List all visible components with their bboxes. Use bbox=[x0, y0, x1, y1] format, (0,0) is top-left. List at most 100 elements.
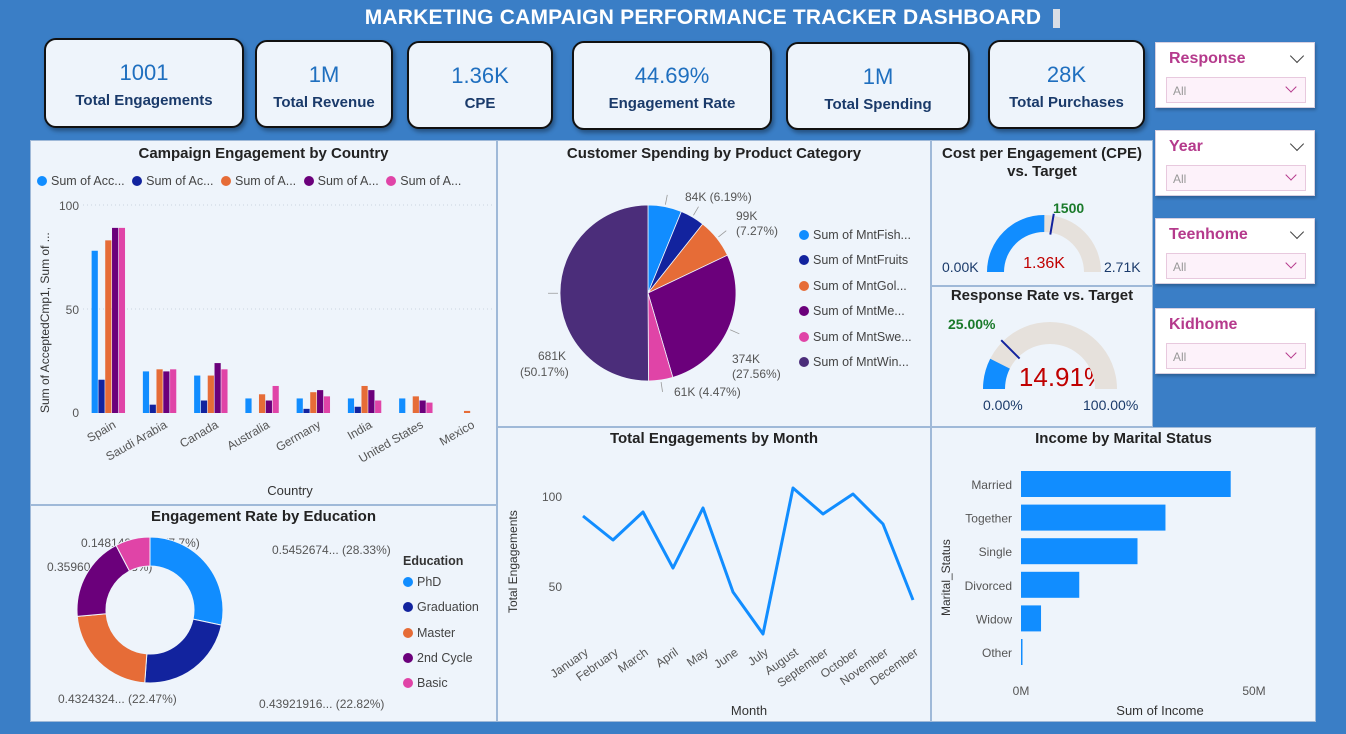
bar[interactable] bbox=[118, 227, 126, 413]
slicer-year[interactable]: Year All bbox=[1155, 130, 1315, 196]
bar[interactable] bbox=[170, 369, 177, 413]
kpi-card-cpe: 1.36K CPE bbox=[407, 41, 553, 129]
pie-label: 61K (4.47%) bbox=[674, 385, 741, 399]
kpi-card-total-purchases: 28K Total Purchases bbox=[988, 40, 1145, 129]
kpi-label: CPE bbox=[464, 95, 496, 112]
gauge-target-label: 1500 bbox=[1053, 200, 1084, 216]
marital-chart-panel: Income by Marital Status Marital_Status … bbox=[931, 427, 1316, 722]
legend-item[interactable]: Sum of MntFish... bbox=[799, 223, 912, 248]
chart-legend: Education PhD Graduation Master 2nd Cycl… bbox=[403, 552, 479, 696]
bar[interactable] bbox=[156, 369, 163, 413]
chevron-down-icon[interactable] bbox=[1285, 169, 1297, 181]
bar[interactable] bbox=[214, 363, 221, 413]
y-axis-title: Total Engagements bbox=[506, 510, 520, 613]
bar[interactable] bbox=[1021, 504, 1166, 531]
legend-item[interactable]: Sum of MntMe... bbox=[799, 299, 912, 324]
slicer-response[interactable]: Response All bbox=[1155, 42, 1315, 108]
bar[interactable] bbox=[368, 390, 375, 413]
legend-item[interactable]: Sum of MntGol... bbox=[799, 274, 912, 299]
bar[interactable] bbox=[1021, 471, 1231, 497]
donut-slice[interactable] bbox=[144, 618, 223, 684]
bar[interactable] bbox=[1021, 538, 1138, 565]
kpi-value: 1001 bbox=[119, 60, 169, 85]
slicer-dropdown[interactable]: All bbox=[1166, 343, 1306, 369]
month-line-chart: Total Engagements 100 50 Month JanuaryFe… bbox=[506, 486, 921, 718]
bar[interactable] bbox=[426, 402, 433, 413]
bar[interactable] bbox=[1021, 605, 1042, 632]
legend-item[interactable]: 2nd Cycle bbox=[403, 646, 479, 671]
bar[interactable] bbox=[163, 371, 170, 413]
x-axis-title: Sum of Income bbox=[1116, 703, 1203, 718]
bar[interactable] bbox=[142, 371, 150, 413]
education-chart-panel: Engagement Rate by Education 0.5452674..… bbox=[30, 505, 497, 722]
bar[interactable] bbox=[194, 375, 201, 413]
bar[interactable] bbox=[317, 390, 324, 413]
leader-line bbox=[693, 206, 699, 216]
chevron-down-icon[interactable] bbox=[1285, 257, 1297, 269]
bar[interactable] bbox=[221, 369, 228, 413]
legend-item[interactable]: PhD bbox=[403, 570, 479, 595]
bar[interactable] bbox=[310, 392, 317, 413]
kpi-value: 44.69% bbox=[634, 63, 710, 88]
pie-slice[interactable] bbox=[559, 204, 649, 382]
x-tick: Spain bbox=[85, 417, 119, 444]
y-tick: Divorced bbox=[965, 579, 1012, 593]
response-gauge: 25.00% 14.91% 0.00% 100.00% bbox=[948, 316, 1138, 413]
bar[interactable] bbox=[323, 396, 331, 413]
legend-item[interactable]: Sum of MntSwe... bbox=[799, 325, 912, 350]
donut-slice[interactable] bbox=[149, 536, 224, 626]
bar[interactable] bbox=[303, 408, 310, 413]
donut-label: 0.43921916... (22.82%) bbox=[259, 697, 384, 711]
bar[interactable] bbox=[463, 410, 471, 413]
bar[interactable] bbox=[1021, 571, 1080, 598]
legend-item[interactable]: Graduation bbox=[403, 595, 479, 620]
legend-item[interactable]: Sum of MntFruits bbox=[799, 248, 912, 273]
y-tick: Single bbox=[979, 545, 1013, 559]
slicer-kidhome[interactable]: Kidhome All bbox=[1155, 308, 1315, 374]
chevron-down-icon[interactable] bbox=[1285, 347, 1297, 359]
chevron-down-icon[interactable] bbox=[1285, 81, 1297, 93]
bar[interactable] bbox=[419, 400, 426, 413]
kpi-card-engagement-rate: 44.69% Engagement Rate bbox=[572, 41, 772, 130]
bar[interactable] bbox=[245, 398, 252, 413]
slicer-label: Kidhome bbox=[1169, 316, 1238, 333]
bar[interactable] bbox=[296, 398, 303, 413]
cpe-gauge-panel: Cost per Engagement (CPE) vs. Target 1500… bbox=[931, 140, 1153, 286]
bar[interactable] bbox=[105, 240, 112, 413]
bar[interactable] bbox=[347, 398, 355, 413]
bar[interactable] bbox=[112, 227, 119, 413]
slicer-teenhome[interactable]: Teenhome All bbox=[1155, 218, 1315, 284]
chevron-down-icon[interactable] bbox=[1289, 48, 1305, 64]
bar[interactable] bbox=[272, 385, 279, 413]
bar[interactable] bbox=[149, 404, 156, 413]
bar[interactable] bbox=[91, 250, 98, 413]
bar[interactable] bbox=[399, 398, 406, 413]
legend-item[interactable]: Basic bbox=[403, 671, 479, 696]
bar[interactable] bbox=[375, 400, 382, 413]
donut-slice[interactable] bbox=[76, 613, 148, 684]
bar[interactable] bbox=[207, 375, 214, 413]
slicer-value: All bbox=[1173, 260, 1187, 274]
bar[interactable] bbox=[354, 406, 361, 413]
bar[interactable] bbox=[200, 400, 208, 413]
slicer-dropdown[interactable]: All bbox=[1166, 253, 1306, 279]
x-tick: India bbox=[345, 417, 375, 442]
cpe-gauge: 1500 1.36K 0.00K 2.71K bbox=[942, 200, 1141, 275]
slicer-dropdown[interactable]: All bbox=[1166, 165, 1306, 191]
country-chart-panel: Campaign Engagement by Country Sum of Ac… bbox=[30, 140, 497, 505]
y-tick: 0 bbox=[72, 406, 79, 420]
bar[interactable] bbox=[412, 396, 419, 413]
legend-item[interactable]: Master bbox=[403, 621, 479, 646]
bar[interactable] bbox=[258, 394, 266, 413]
kpi-value: 1.36K bbox=[451, 63, 509, 88]
bar[interactable] bbox=[361, 385, 368, 413]
slicer-dropdown[interactable]: All bbox=[1166, 77, 1306, 103]
chevron-down-icon[interactable] bbox=[1289, 224, 1305, 240]
bar[interactable] bbox=[1021, 639, 1023, 665]
bar[interactable] bbox=[265, 400, 272, 413]
chevron-down-icon[interactable] bbox=[1289, 136, 1305, 152]
line-series[interactable] bbox=[582, 486, 915, 636]
bar[interactable] bbox=[98, 379, 105, 413]
legend-item[interactable]: Sum of MntWin... bbox=[799, 350, 912, 375]
kpi-card-total-engagements: 1001 Total Engagements bbox=[44, 38, 244, 128]
